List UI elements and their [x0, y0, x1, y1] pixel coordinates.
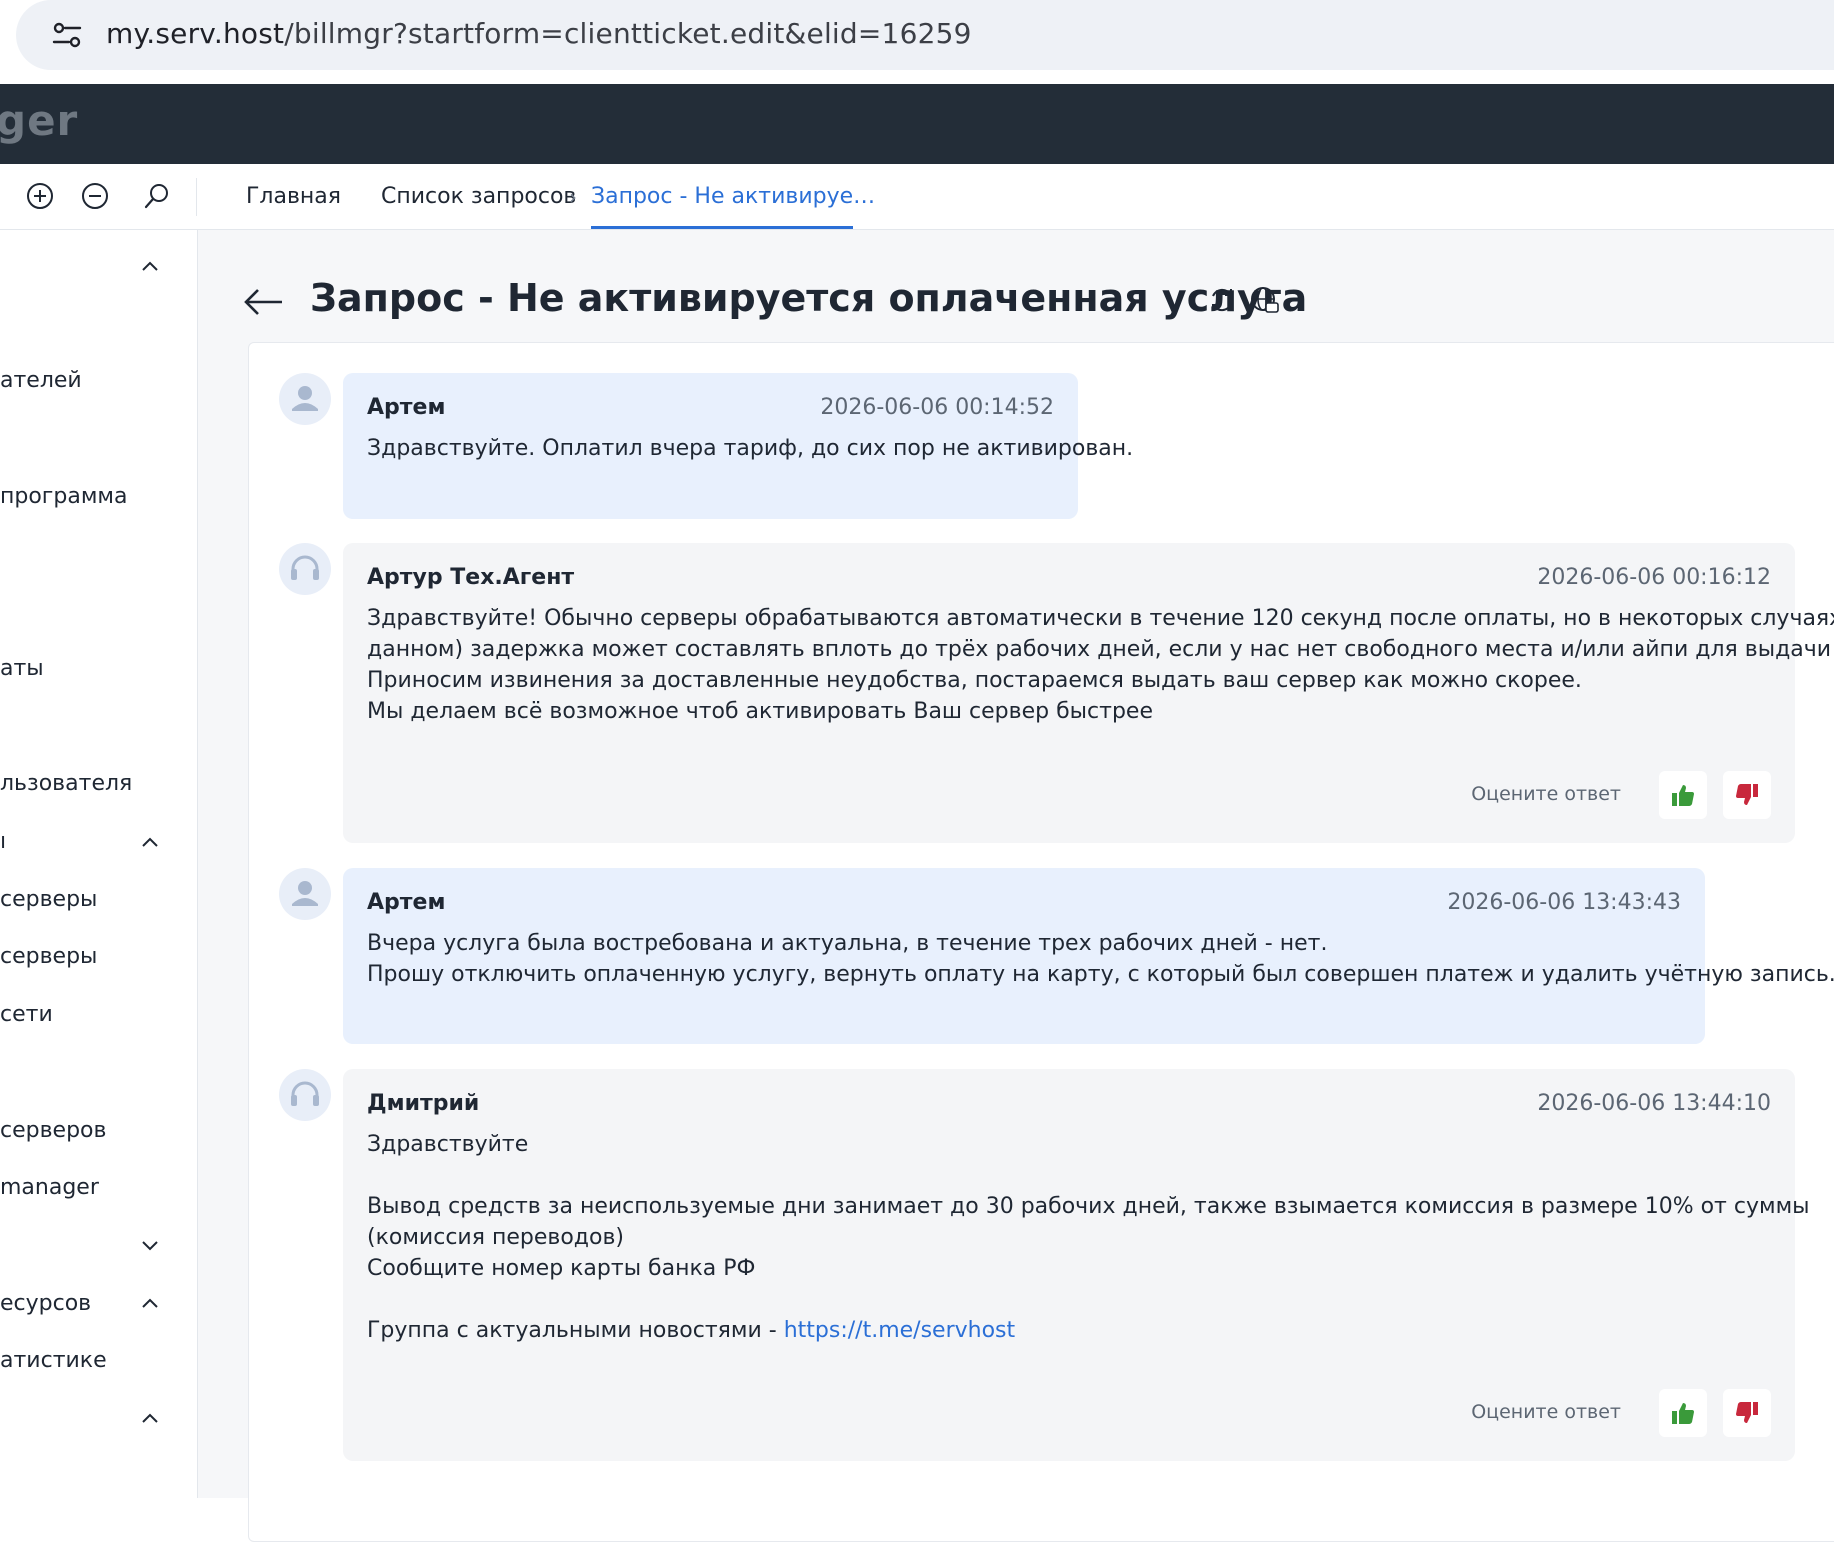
sidebar-item[interactable]: есурсов	[0, 1291, 91, 1316]
refresh-icon[interactable]	[1206, 284, 1238, 316]
message-line-with-link: Группа с актуальными новостями - https:/…	[367, 1315, 1810, 1346]
rate-label: Оцените ответ	[1471, 1401, 1621, 1423]
like-button[interactable]	[1659, 1389, 1707, 1437]
thumbs-down-icon	[1736, 784, 1758, 805]
sidebar-item[interactable]: серверы	[0, 944, 97, 969]
headset-icon	[279, 1069, 331, 1121]
back-arrow-icon[interactable]	[242, 282, 286, 322]
thumbs-up-icon	[1672, 785, 1694, 806]
message-line	[367, 1160, 1810, 1191]
message-author: Артур Тех.Агент	[367, 565, 575, 590]
rating-controls: Оцените ответ	[1451, 1389, 1771, 1437]
rate-label: Оцените ответ	[1471, 783, 1621, 805]
message-line: Здравствуйте. Оплатил вчера тариф, до си…	[367, 436, 1134, 461]
dislike-button[interactable]	[1723, 771, 1771, 819]
news-group-link[interactable]: https://t.me/servhost	[784, 1318, 1015, 1343]
message-author: Дмитрий	[367, 1091, 480, 1116]
message-line	[367, 1284, 1810, 1315]
message-line: Здравствуйте! Обычно серверы обрабатываю…	[367, 606, 1834, 631]
link-prefix: Группа с актуальными новостями -	[367, 1318, 784, 1343]
address-bar[interactable]: my.serv.host/billmgr?startform=clienttic…	[16, 0, 1834, 70]
sidebar-item[interactable]: ателей	[0, 368, 82, 393]
like-button[interactable]	[1659, 771, 1707, 819]
dislike-button[interactable]	[1723, 1389, 1771, 1437]
sidebar: ателей программа аты льзователя ı сервер…	[0, 230, 198, 1498]
message-bubble: Дмитрий 2026-06-06 13:44:10 Здравствуйте…	[343, 1069, 1810, 1461]
breadcrumb-current[interactable]: Запрос - Не активируе…	[591, 184, 875, 209]
message-body: Вчера услуга была востребована и актуаль…	[367, 928, 1834, 990]
headset-icon	[279, 543, 331, 595]
message-bubble: Артем 2026-06-06 13:43:43 Вчера услуга б…	[343, 868, 1834, 1044]
url-text[interactable]: my.serv.host/billmgr?startform=clienttic…	[106, 17, 972, 50]
chevron-up-icon[interactable]	[138, 254, 162, 278]
sidebar-item[interactable]: ı	[0, 829, 6, 854]
message-line: Прошу отключить оплаченную услугу, верну…	[367, 962, 1834, 987]
chevron-down-icon[interactable]	[138, 1233, 162, 1257]
sidebar-item[interactable]: аты	[0, 656, 44, 681]
message-line: Сообщите номер карты банка РФ	[367, 1256, 756, 1281]
message-line: Вывод средств за неиспользуемые дни зани…	[367, 1194, 1810, 1219]
breadcrumb-home[interactable]: Главная	[246, 184, 341, 209]
message-timestamp: 2026-06-06 00:16:12	[1537, 565, 1771, 590]
message-bubble: Артур Тех.Агент 2026-06-06 00:16:12 Здра…	[343, 543, 1834, 843]
message-line: Здравствуйте	[367, 1132, 529, 1157]
ticket-thread: Артем 2026-06-06 00:14:52 Здравствуйте. …	[248, 342, 1834, 1542]
message-body: Здравствуйте. Оплатил вчера тариф, до си…	[367, 433, 1133, 464]
message-line: данном) задержка может составлять вплоть…	[367, 637, 1834, 662]
chevron-up-icon[interactable]	[138, 1406, 162, 1430]
app-header: ger	[0, 84, 1834, 164]
globe-icon[interactable]	[1248, 284, 1280, 316]
search-icon[interactable]	[141, 180, 173, 212]
breadcrumb-chevron-icon: ›	[569, 185, 577, 209]
sidebar-item[interactable]: сети	[0, 1002, 53, 1027]
url-path: /billmgr?startform=clientticket.edit&eli…	[284, 17, 972, 50]
message-line: Приносим извинения за доставленные неудо…	[367, 668, 1582, 693]
message-timestamp: 2026-06-06 00:14:52	[820, 395, 1054, 420]
message-bubble: Артем 2026-06-06 00:14:52 Здравствуйте. …	[343, 373, 1133, 519]
url-host: my.serv.host	[106, 17, 285, 50]
zoom-out-icon[interactable]	[79, 180, 111, 212]
zoom-in-icon[interactable]	[24, 180, 56, 212]
message-body: Здравствуйте! Обычно серверы обрабатываю…	[367, 603, 1834, 727]
breadcrumb-ticket-list[interactable]: Список запросов	[381, 184, 576, 209]
user-avatar-icon	[279, 373, 331, 425]
user-avatar-icon	[279, 868, 331, 920]
sidebar-item[interactable]: серверов	[0, 1118, 107, 1143]
message-body: Здравствуйте Вывод средств за неиспользу…	[367, 1129, 1810, 1346]
chevron-up-icon[interactable]	[138, 1291, 162, 1315]
active-tab-indicator	[591, 226, 853, 229]
message-line: Мы делаем всё возможное чтоб активироват…	[367, 699, 1153, 724]
rating-controls: Оцените ответ	[1451, 771, 1771, 819]
message-line: Вчера услуга была востребована и актуаль…	[367, 931, 1328, 956]
page-header: Запрос - Не активируется оплаченная услу…	[242, 272, 1742, 332]
page-title: Запрос - Не активируется оплаченная услу…	[310, 276, 1308, 320]
site-settings-icon[interactable]	[50, 18, 84, 52]
toolbar-divider	[196, 178, 197, 216]
message-timestamp: 2026-06-06 13:43:43	[1447, 890, 1681, 915]
message-author: Артем	[367, 395, 446, 420]
sidebar-item[interactable]: льзователя	[0, 771, 132, 796]
message-timestamp: 2026-06-06 13:44:10	[1537, 1091, 1771, 1116]
sidebar-item[interactable]: серверы	[0, 887, 97, 912]
sidebar-item[interactable]: атистике	[0, 1348, 107, 1373]
thumbs-up-icon	[1672, 1403, 1694, 1424]
thumbs-down-icon	[1736, 1402, 1758, 1423]
chevron-up-icon[interactable]	[138, 830, 162, 854]
brand-logo-text: ger	[0, 96, 79, 145]
toolbar: Главная Список запросов › Запрос - Не ак…	[0, 164, 1834, 230]
sidebar-item[interactable]: программа	[0, 484, 128, 509]
sidebar-item[interactable]: manager	[0, 1175, 99, 1200]
main-content: Запрос - Не активируется оплаченная услу…	[198, 230, 1834, 1542]
message-author: Артем	[367, 890, 446, 915]
message-line: (комиссия переводов)	[367, 1225, 625, 1250]
